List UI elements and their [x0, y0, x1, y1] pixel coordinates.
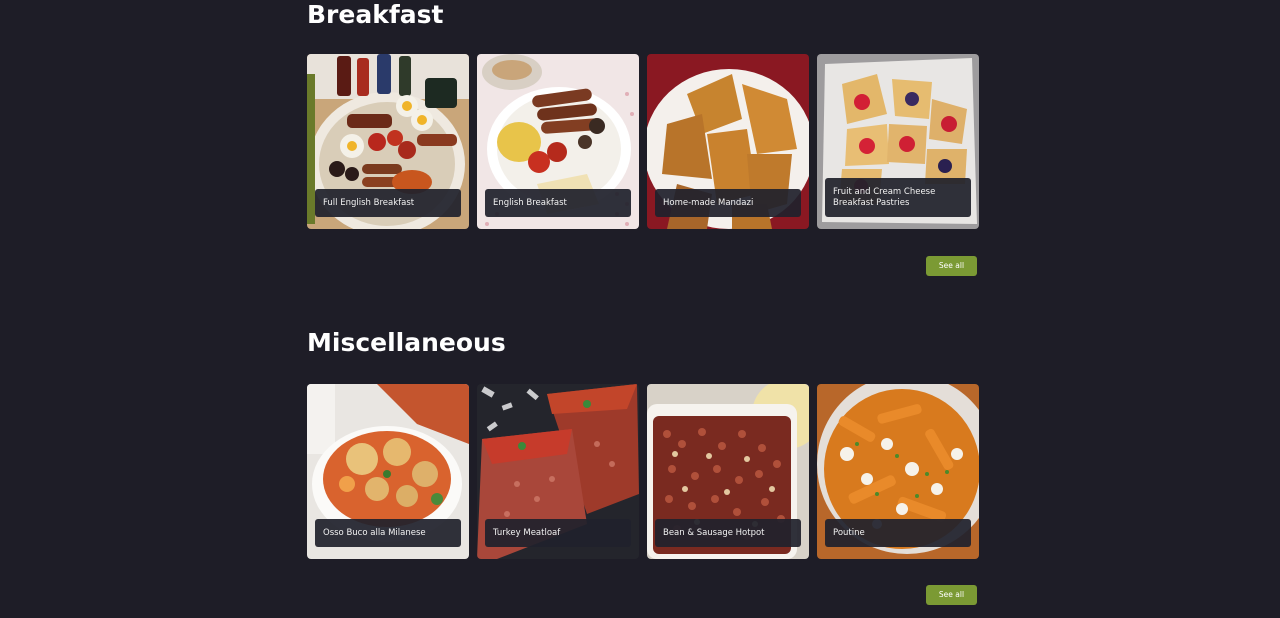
see-all-button[interactable]: See all — [926, 256, 977, 276]
section-title: Breakfast — [307, 0, 444, 29]
meal-card-label: Full English Breakfast — [315, 189, 461, 217]
meal-card-label: Fruit and Cream Cheese Breakfast Pastrie… — [825, 178, 971, 217]
section-breakfast: Breakfast Full English Breakfast English… — [307, 0, 979, 280]
meal-card-label: English Breakfast — [485, 189, 631, 217]
meal-card-grid: Osso Buco alla Milanese Turkey Meatloaf … — [307, 384, 979, 559]
section-miscellaneous: Miscellaneous Osso Buco alla Milanese Tu… — [307, 328, 979, 618]
meal-card[interactable]: Home-made Mandazi — [647, 54, 809, 229]
meal-card[interactable]: English Breakfast — [477, 54, 639, 229]
meal-card-label: Bean & Sausage Hotpot — [655, 519, 801, 547]
meal-card[interactable]: Turkey Meatloaf — [477, 384, 639, 559]
meal-card-label: Turkey Meatloaf — [485, 519, 631, 547]
section-title: Miscellaneous — [307, 328, 506, 357]
meal-card-grid: Full English Breakfast English Breakfast… — [307, 54, 979, 229]
meal-card[interactable]: Bean & Sausage Hotpot — [647, 384, 809, 559]
meal-card[interactable]: Osso Buco alla Milanese — [307, 384, 469, 559]
meal-card[interactable]: Full English Breakfast — [307, 54, 469, 229]
meal-card[interactable]: Poutine — [817, 384, 979, 559]
meal-card[interactable]: Fruit and Cream Cheese Breakfast Pastrie… — [817, 54, 979, 229]
meal-card-label: Osso Buco alla Milanese — [315, 519, 461, 547]
meal-card-label: Poutine — [825, 519, 971, 547]
meal-card-label: Home-made Mandazi — [655, 189, 801, 217]
see-all-button[interactable]: See all — [926, 585, 977, 605]
